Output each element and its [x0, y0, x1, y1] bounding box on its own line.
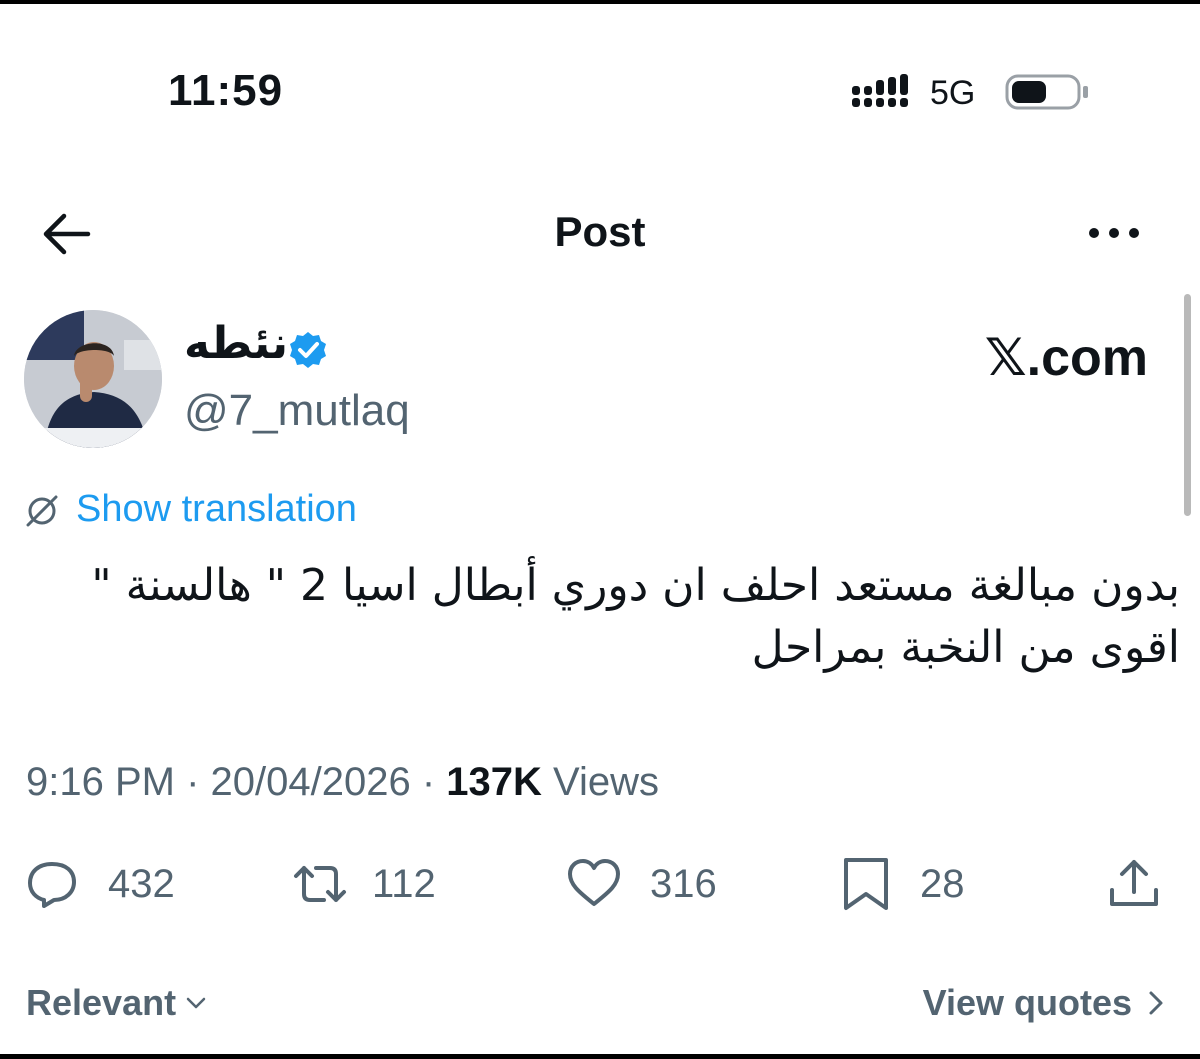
like-button[interactable]: 316: [566, 856, 717, 912]
repost-count: 112: [372, 861, 436, 906]
repost-button[interactable]: 112: [292, 856, 436, 912]
show-translation-link[interactable]: Show translation: [76, 488, 357, 531]
screenshot-top-border: [0, 0, 1200, 4]
author-handle[interactable]: @7_mutlaq: [184, 386, 410, 436]
globe-icon: [26, 495, 58, 527]
sort-label: Relevant: [26, 982, 177, 1023]
heart-icon: [568, 859, 620, 906]
reply-icon: [28, 862, 76, 908]
reply-count: 432: [108, 861, 175, 906]
tweet-text: بدون مبالغة مستعد احلف ان دوري أبطال اسي…: [91, 560, 1180, 673]
post-date: 20/04/2026: [210, 760, 411, 804]
battery-icon: [1005, 74, 1088, 110]
sort-replies-dropdown[interactable]: Relevant: [26, 982, 208, 1024]
more-options-button[interactable]: [1086, 222, 1142, 244]
bookmark-icon: [844, 858, 888, 910]
chevron-right-icon: [1149, 991, 1163, 1015]
share-icon: [1110, 860, 1158, 906]
verified-badge-icon: [290, 332, 326, 368]
views-label: Views: [553, 760, 660, 804]
share-button[interactable]: [1106, 856, 1162, 912]
screenshot-bottom-border: [0, 1054, 1200, 1059]
ellipsis-icon: [1089, 228, 1139, 238]
signal-icon: [852, 74, 908, 107]
view-quotes-label: View quotes: [922, 982, 1132, 1023]
chevron-down-icon: [186, 997, 206, 1009]
network-type: 5G: [930, 74, 976, 112]
bookmark-button[interactable]: 28: [838, 856, 965, 912]
avatar[interactable]: [24, 310, 162, 448]
bookmark-count: 28: [920, 861, 965, 906]
x-watermark: 𝕏.com: [984, 329, 1148, 387]
status-time: 11:59: [168, 66, 284, 115]
display-name[interactable]: نئطه: [184, 318, 288, 369]
meta-separator: ·: [421, 760, 447, 804]
like-count: 316: [650, 861, 717, 906]
reply-button[interactable]: 432: [24, 856, 175, 912]
view-quotes-link[interactable]: View quotes: [923, 982, 1166, 1024]
avatar-photo-icon: [24, 310, 162, 448]
meta-separator: ·: [186, 760, 211, 804]
views-count[interactable]: 137K: [446, 760, 542, 804]
post-meta: 9:16 PM · 20/04/2026 · 137K Views: [26, 760, 659, 805]
repost-icon: [294, 866, 346, 902]
scrollbar[interactable]: [1184, 294, 1191, 516]
page-title: Post: [554, 208, 646, 255]
post-time: 9:16 PM: [26, 760, 175, 804]
